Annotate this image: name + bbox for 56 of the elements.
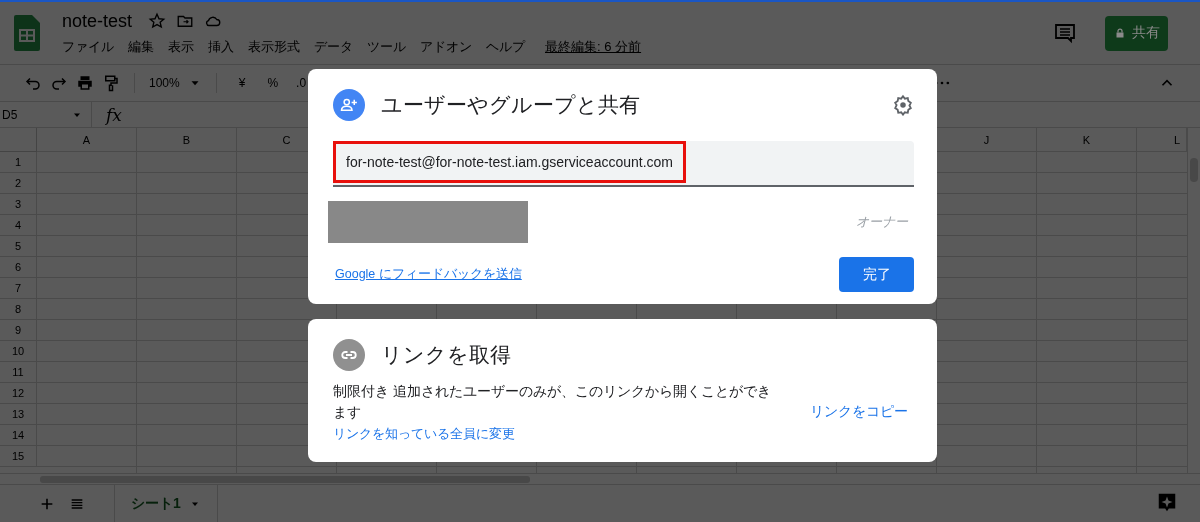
menu-item[interactable]: 表示	[168, 37, 194, 56]
currency-button[interactable]: ¥	[238, 76, 246, 90]
copy-link-button[interactable]: リンクをコピー	[810, 403, 908, 421]
invite-field[interactable]: for-note-test@for-note-test.iam.gserviceaccount.com	[333, 141, 914, 187]
row-header[interactable]: 10	[0, 341, 37, 362]
menu-item[interactable]: ツール	[367, 37, 406, 56]
access-description: 制限付き 追加されたユーザーのみが、このリンクから開くことができます	[333, 382, 772, 422]
menu-item[interactable]: 編集	[128, 37, 154, 56]
menu-item[interactable]: データ	[314, 37, 353, 56]
row-header[interactable]: 15	[0, 446, 37, 467]
sheet-tab[interactable]: シート1	[114, 485, 218, 522]
percent-button[interactable]: %	[267, 76, 279, 90]
person-add-icon	[333, 89, 365, 121]
decimal-button[interactable]: .0	[296, 76, 307, 90]
owner-role: オーナー	[856, 213, 908, 231]
row-header[interactable]: 3	[0, 194, 37, 215]
row-header[interactable]: 7	[0, 278, 37, 299]
share-button[interactable]: 共有	[1105, 15, 1168, 51]
row-header[interactable]: 11	[0, 362, 37, 383]
spreadsheet-logo[interactable]	[14, 15, 40, 51]
menu-item[interactable]: 表示形式	[248, 37, 300, 56]
row-header[interactable]: 12	[0, 383, 37, 404]
document-title[interactable]: note-test	[62, 10, 133, 32]
feedback-link[interactable]: Google にフィードバックを送信	[335, 266, 522, 283]
settings-icon[interactable]	[892, 94, 914, 116]
cell-reference[interactable]: D5	[2, 107, 18, 122]
row-header[interactable]: 6	[0, 257, 37, 278]
dialog-title: リンクを取得	[381, 342, 512, 368]
link-icon	[333, 339, 365, 371]
last-edit-link[interactable]: 最終編集: 6 分前	[545, 37, 642, 56]
menu-item[interactable]: ヘルプ	[486, 37, 525, 56]
email-entry: for-note-test@for-note-test.iam.gserviceaccount.com	[333, 141, 686, 183]
row-header[interactable]: 2	[0, 173, 37, 194]
menu-item[interactable]: ファイル	[62, 37, 114, 56]
menu-item[interactable]: 挿入	[208, 37, 234, 56]
paint-format-icon[interactable]	[102, 74, 120, 92]
column-header[interactable]: K	[1037, 128, 1137, 152]
star-icon[interactable]	[148, 12, 167, 30]
done-button[interactable]: 完了	[839, 257, 914, 292]
dialog-title: ユーザーやグループと共有	[381, 92, 641, 118]
column-header[interactable]: L	[1137, 128, 1187, 152]
formula-label: fx	[106, 104, 122, 125]
row-header[interactable]: 4	[0, 215, 37, 236]
row-header[interactable]: 14	[0, 425, 37, 446]
comment-icon[interactable]	[1053, 21, 1077, 45]
row-header[interactable]: 8	[0, 299, 37, 320]
print-icon[interactable]	[76, 74, 94, 92]
row-header[interactable]: 5	[0, 236, 37, 257]
menu-item[interactable]: アドオン	[420, 37, 472, 56]
column-header[interactable]: A	[37, 128, 137, 152]
row-header[interactable]: 9	[0, 320, 37, 341]
row-header[interactable]: 13	[0, 404, 37, 425]
row-header[interactable]: 1	[0, 152, 37, 173]
zoom-select[interactable]: 100%	[149, 76, 180, 90]
change-access-link[interactable]: リンクを知っている全員に変更	[333, 425, 773, 443]
column-header[interactable]: B	[137, 128, 237, 152]
